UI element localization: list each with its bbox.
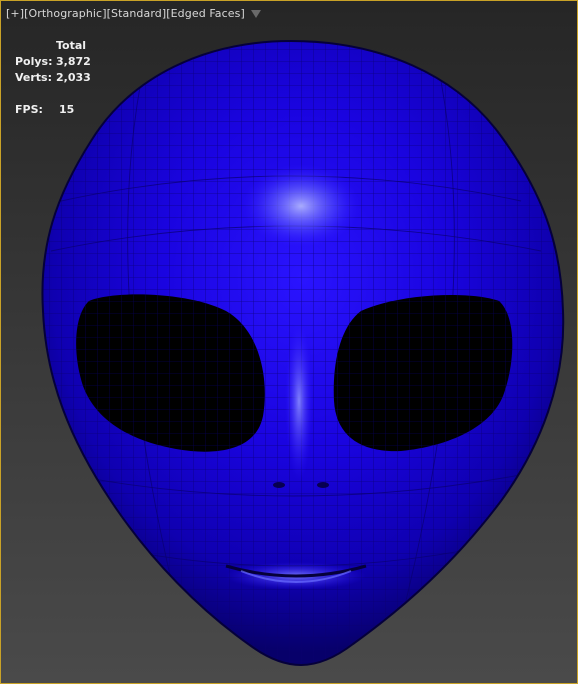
viewport-display-mode-menu[interactable]: [Edged Faces]	[166, 7, 245, 20]
viewport[interactable]: [+][Orthographic][Standard][Edged Faces]…	[0, 0, 578, 684]
fps-label: FPS:	[15, 103, 43, 116]
viewport-point-of-view-menu[interactable]: [Orthographic]	[24, 7, 106, 20]
stats-header: Total	[56, 39, 87, 52]
viewport-label-menu: [+][Orthographic][Standard][Edged Faces]	[6, 7, 261, 20]
polys-value: 3,872	[56, 55, 91, 68]
polys-label: Polys:	[15, 55, 53, 68]
viewport-general-menu[interactable]: [+]	[6, 7, 24, 20]
verts-label: Verts:	[15, 71, 53, 84]
viewport-shading-menu[interactable]: [Standard]	[107, 7, 167, 20]
verts-value: 2,033	[56, 71, 91, 84]
fps-value: 15	[59, 103, 75, 116]
alien-head-model[interactable]	[1, 1, 578, 684]
filter-funnel-icon[interactable]	[250, 10, 261, 18]
